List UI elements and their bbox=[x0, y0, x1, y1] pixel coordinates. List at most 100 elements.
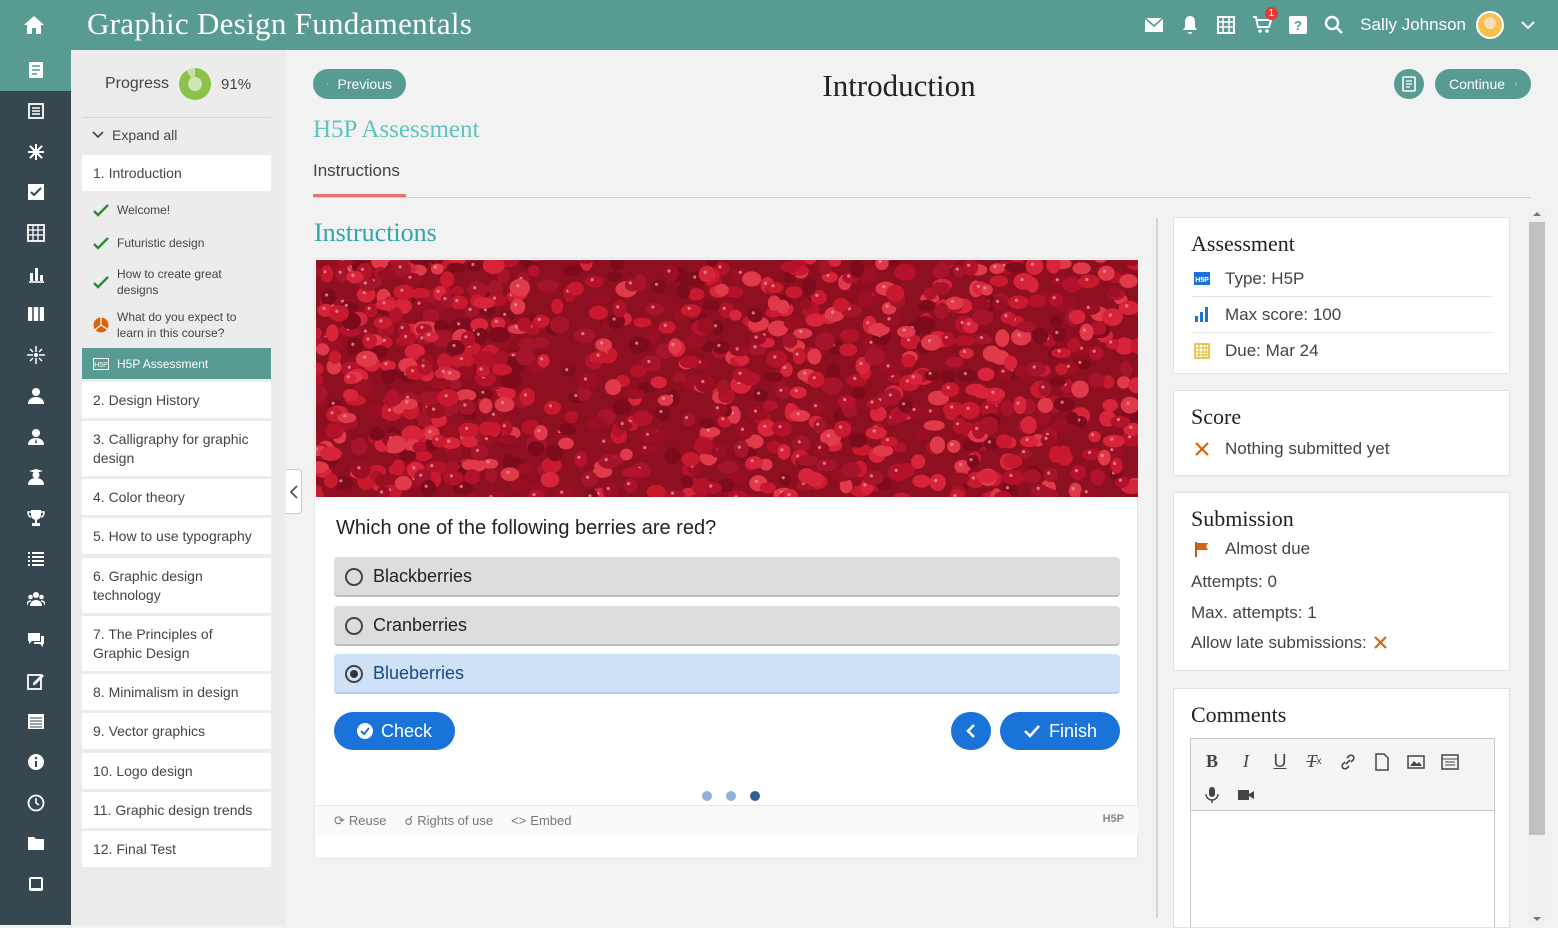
calendar-icon[interactable] bbox=[1214, 13, 1238, 37]
collapse-sidebar-button[interactable] bbox=[286, 469, 302, 514]
user-icon[interactable] bbox=[0, 376, 71, 417]
section-color-theory[interactable]: 4. Color theory bbox=[82, 479, 271, 515]
tablet-icon[interactable] bbox=[0, 864, 71, 905]
expand-all-button[interactable]: Expand all bbox=[82, 117, 271, 143]
user-tie-icon[interactable] bbox=[0, 416, 71, 457]
tab-instructions[interactable]: Instructions bbox=[313, 161, 400, 181]
attempts: Attempts: 0 bbox=[1191, 571, 1277, 591]
underline-icon[interactable]: U bbox=[1263, 745, 1297, 778]
lesson-expectations-survey[interactable]: What do you expect to learn in this cour… bbox=[82, 309, 271, 341]
video-icon[interactable] bbox=[1229, 778, 1263, 811]
notebook-icon[interactable] bbox=[0, 50, 71, 91]
clock-icon[interactable] bbox=[0, 782, 71, 823]
pager-dot[interactable] bbox=[726, 791, 736, 801]
submission-heading: Submission bbox=[1191, 506, 1294, 531]
chat-icon[interactable] bbox=[0, 620, 71, 661]
h5p-logo[interactable]: H5P bbox=[1103, 813, 1124, 825]
folder-icon[interactable] bbox=[0, 823, 71, 864]
scrollbar-thumb[interactable] bbox=[1529, 222, 1545, 835]
search-icon[interactable] bbox=[1322, 13, 1346, 37]
assessment-card: Assessment H5P Type: H5P Max score: 100 … bbox=[1173, 217, 1510, 374]
section-label: 10. Logo design bbox=[93, 762, 193, 779]
continue-button[interactable]: Continue bbox=[1435, 69, 1531, 99]
user-graduate-icon[interactable] bbox=[0, 457, 71, 498]
section-design-technology[interactable]: 6. Graphic design technology bbox=[82, 558, 271, 613]
answer-option[interactable]: Blackberries bbox=[334, 557, 1120, 597]
section-typography[interactable]: 5. How to use typography bbox=[82, 518, 271, 554]
embed-icon[interactable] bbox=[1433, 745, 1467, 778]
trophy-icon[interactable] bbox=[0, 498, 71, 539]
avatar[interactable] bbox=[1476, 11, 1504, 39]
italic-icon[interactable]: I bbox=[1229, 745, 1263, 778]
section-vector-graphics[interactable]: 9. Vector graphics bbox=[82, 713, 271, 749]
continue-label: Continue bbox=[1449, 76, 1506, 92]
help-icon[interactable]: ? bbox=[1286, 13, 1310, 37]
grid-icon[interactable] bbox=[0, 213, 71, 254]
section-final-test[interactable]: 12. Final Test bbox=[82, 831, 271, 867]
bell-icon[interactable] bbox=[1178, 13, 1202, 37]
radio-button[interactable] bbox=[345, 617, 363, 635]
previous-question-button[interactable] bbox=[951, 712, 991, 750]
lesson-create-great-designs[interactable]: How to create great designs bbox=[82, 266, 271, 298]
bold-icon[interactable]: B bbox=[1195, 745, 1229, 778]
scroll-down-icon[interactable] bbox=[1528, 913, 1546, 925]
rights-of-use-link[interactable]: ☌ Rights of use bbox=[404, 813, 493, 829]
users-icon[interactable] bbox=[0, 579, 71, 620]
table-icon[interactable] bbox=[0, 701, 71, 742]
pager-dot-current[interactable] bbox=[750, 791, 760, 801]
file-icon[interactable] bbox=[1365, 745, 1399, 778]
scroll-up-icon[interactable] bbox=[1528, 208, 1546, 220]
user-name[interactable]: Sally Johnson bbox=[1360, 15, 1466, 35]
microphone-icon[interactable] bbox=[1195, 778, 1229, 811]
edit-icon[interactable] bbox=[0, 660, 71, 701]
chevron-down-icon bbox=[92, 128, 104, 142]
chevron-down-icon[interactable] bbox=[1516, 13, 1540, 37]
section-design-history[interactable]: 2. Design History bbox=[82, 382, 271, 418]
lesson-welcome[interactable]: Welcome! bbox=[82, 200, 271, 220]
progress-label: Progress bbox=[105, 75, 170, 92]
newspaper-icon[interactable] bbox=[0, 91, 71, 132]
section-logo-design[interactable]: 10. Logo design bbox=[82, 753, 271, 789]
info-icon[interactable] bbox=[0, 742, 71, 783]
answer-option-selected[interactable]: Blueberries bbox=[334, 654, 1120, 694]
cart-icon[interactable]: 1 bbox=[1250, 7, 1279, 37]
radio-button[interactable] bbox=[345, 665, 363, 683]
section-introduction[interactable]: 1. Introduction bbox=[82, 155, 271, 191]
section-label: 4. Color theory bbox=[93, 488, 185, 505]
section-calligraphy[interactable]: 3. Calligraphy for graphic design bbox=[82, 421, 271, 476]
scrollbar[interactable] bbox=[1528, 208, 1546, 925]
check-label: Check bbox=[380, 720, 433, 741]
embed-link[interactable]: <> Embed bbox=[511, 813, 571, 828]
section-principles[interactable]: 7. The Principles of Graphic Design bbox=[82, 616, 271, 671]
image-icon[interactable] bbox=[1399, 745, 1433, 778]
lesson-futuristic-design[interactable]: Futuristic design bbox=[82, 233, 271, 253]
section-minimalism[interactable]: 8. Minimalism in design bbox=[82, 674, 271, 710]
submission-status-label: Almost due bbox=[1225, 539, 1311, 558]
pager-dot[interactable] bbox=[702, 791, 712, 801]
check-button[interactable]: Check bbox=[334, 712, 455, 750]
reuse-label: Reuse bbox=[348, 813, 387, 828]
mail-icon[interactable] bbox=[1142, 13, 1166, 37]
list-icon[interactable] bbox=[0, 538, 71, 579]
submission-card: Submission Almost due Attempts: 0 Max. a… bbox=[1173, 492, 1510, 671]
finish-button[interactable]: Finish bbox=[1000, 712, 1120, 750]
section-design-trends[interactable]: 11. Graphic design trends bbox=[82, 792, 271, 828]
panel-splitter[interactable] bbox=[1156, 218, 1158, 918]
bar-chart-icon[interactable] bbox=[0, 253, 71, 294]
calendar-icon bbox=[1191, 342, 1213, 359]
clear-format-icon[interactable]: Tx bbox=[1297, 745, 1331, 778]
answer-option[interactable]: Cranberries bbox=[334, 606, 1120, 646]
checkbox-icon[interactable] bbox=[0, 172, 71, 213]
reuse-link[interactable]: ⟳ Reuse bbox=[334, 813, 386, 829]
link-icon[interactable] bbox=[1331, 745, 1365, 778]
lesson-label: What do you expect to learn in this cour… bbox=[117, 310, 237, 340]
progress-pie bbox=[179, 68, 212, 100]
asterisk-icon[interactable] bbox=[0, 131, 71, 172]
lesson-h5p-assessment[interactable]: H5P H5P Assessment bbox=[82, 348, 271, 379]
home-icon[interactable] bbox=[22, 13, 46, 37]
sparkle-icon[interactable] bbox=[0, 335, 71, 376]
notebook-button[interactable] bbox=[1394, 69, 1424, 99]
radio-button[interactable] bbox=[345, 568, 363, 586]
section-label: 9. Vector graphics bbox=[93, 722, 206, 739]
columns-icon[interactable] bbox=[0, 294, 71, 335]
